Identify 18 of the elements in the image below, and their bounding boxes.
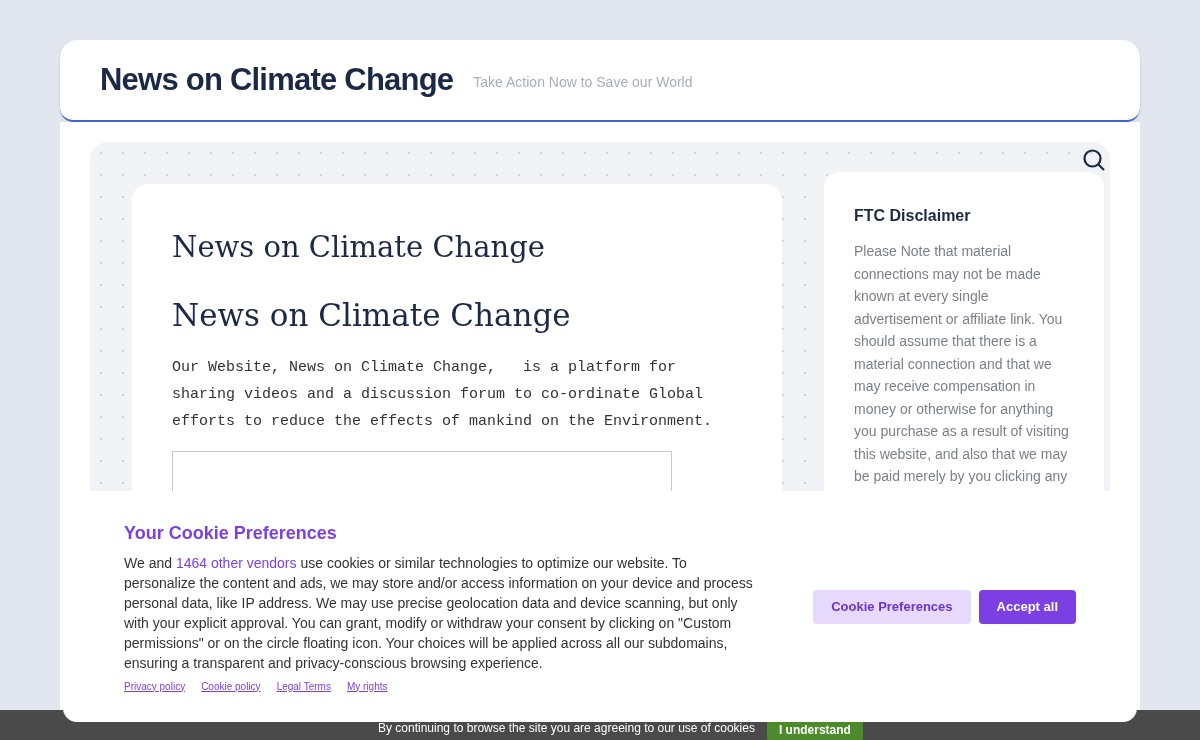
disclaimer-text: Please Note that material connections may not be made known at every single advertisement or affiliate link. You should assume that there is a material connection and that we may receive compensation in money or otherwise for anything you purchase as a result of visiting this website, and also that we may be paid merely by you clicking any [854, 242, 1070, 486]
cookie-notice: By continuing to browse the site you are agreeing to our use of cookies [378, 720, 755, 737]
policy-link[interactable]: Cookie policy [201, 678, 261, 694]
policy-link[interactable]: My rights [346, 678, 388, 694]
cookie-text: We and 1464 other vendors use cookies or similar technologies to optimize our website. To personalize the content and ads, we may store and/or access information on your device and process personal data, like IP address. We may use precise geolocation data and device scanning, but only with your explicit approval. You can grant, modify or withdraw your consent by clicking on "Custom permissions" or on the circle floating icon. Your choices will be applied across all our subdomains, ensuring a transparent and privacy-conscious browsing experience. [124, 553, 754, 673]
search-icon[interactable] [1082, 148, 1106, 172]
preferences-button[interactable]: Cookie Preferences [813, 589, 971, 624]
accept-button[interactable]: Accept all [978, 589, 1076, 624]
sidebar-title: FTC Disclaimer [854, 206, 972, 226]
article-heading: News on Climate Change [172, 229, 546, 266]
cookie-title: Your Cookie Preferences [124, 521, 338, 545]
site-title[interactable]: News on Climate Change [100, 56, 454, 104]
site-tagline: Take Action Now to Save our World [473, 72, 693, 92]
article-paragraph: Our Website, News on Climate Change, is a platform for sharing videos and a discussion forum to co-ordinate Global efforts to reduce the effects of mankind on the Environment. [172, 358, 714, 432]
policy-link[interactable]: Legal Terms [276, 678, 331, 694]
vendors-link[interactable]: 1464 other vendors [175, 554, 297, 571]
policy-link[interactable]: Privacy policy [124, 678, 186, 694]
article-heading: News on Climate Change [172, 295, 572, 335]
